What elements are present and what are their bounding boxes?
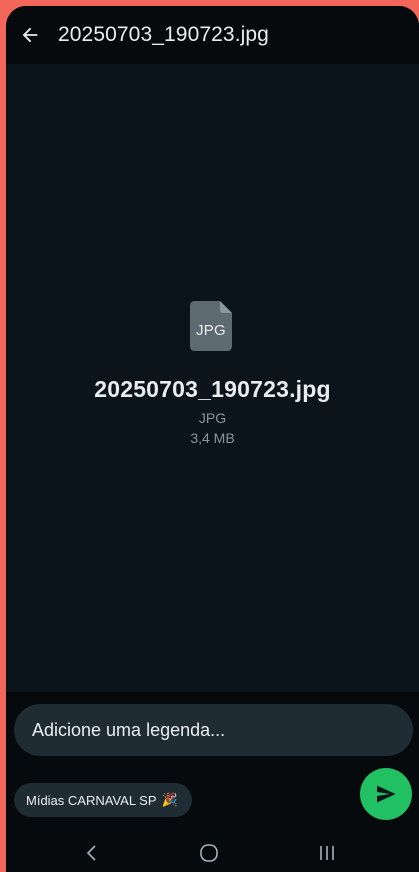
recipient-name: Mídias CARNAVAL SP [26,792,157,808]
file-icon-label: JPG [195,322,227,339]
caption-input[interactable]: Adicione uma legenda... [14,704,413,756]
file-preview: JPG 20250703_190723.jpg JPG 3,4 MB [6,64,419,692]
circle-home-icon [200,844,218,862]
system-recents-button[interactable] [307,840,347,866]
chevron-left-icon [86,845,96,861]
send-icon [377,785,396,803]
document-icon: JPG [190,301,232,351]
caption-placeholder: Adicione uma legenda... [32,719,226,740]
file-name: 20250703_190723.jpg [94,376,331,402]
composer-area: Adicione uma legenda... Mídias CARNAVAL … [6,692,419,832]
recipient-chip[interactable]: Mídias CARNAVAL SP 🎉 [14,783,192,817]
party-popper-icon: 🎉 [161,792,178,807]
system-home-button[interactable] [189,840,229,866]
top-bar: 20250703_190723.jpg [6,6,419,64]
arrow-left-icon [22,27,38,43]
file-type: JPG [198,410,227,426]
back-button[interactable] [8,13,52,57]
phone-screen: 20250703_190723.jpg JPG 20250703_190723.… [6,6,419,872]
page-title: 20250703_190723.jpg [58,23,269,46]
file-size: 3,4 MB [190,430,235,446]
system-back-button[interactable] [72,840,112,866]
send-button[interactable] [360,768,412,820]
system-navigation-bar [6,832,419,872]
recents-lines-icon [320,846,334,860]
